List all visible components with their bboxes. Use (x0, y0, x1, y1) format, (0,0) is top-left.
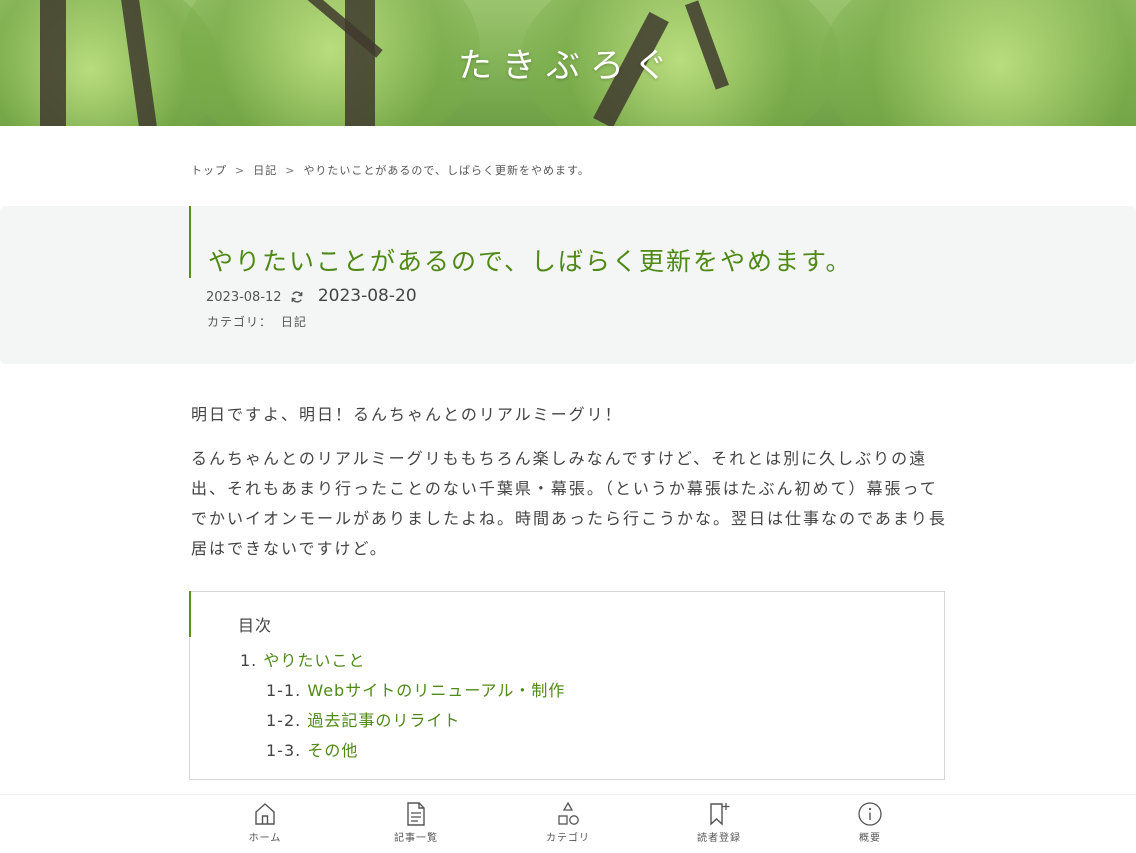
toc-item[interactable]: 1-1. Webサイトのリニューアル・制作 (266, 677, 565, 701)
nav-articles[interactable]: 記事一覧 (366, 801, 466, 844)
article-body: 明日ですよ、明日！るんちゃんとのリアルミーグリ！ るんちゃんとのリアルミーグリも… (191, 400, 951, 578)
article-header: やりたいことがあるので、しばらく更新をやめます。 2023-08-12 2023… (0, 206, 1136, 364)
title-accent-bar (189, 206, 191, 278)
nav-category[interactable]: カテゴリ (518, 801, 618, 844)
toc-item-number: 1-3. (266, 741, 302, 760)
toc-accent-bar (189, 591, 191, 637)
paragraph: 明日ですよ、明日！るんちゃんとのリアルミーグリ！ (191, 405, 623, 424)
toc-item[interactable]: 1. やりたいこと (240, 647, 365, 671)
category-link[interactable]: 日記 (281, 315, 307, 329)
toc-title: 目次 (238, 616, 273, 635)
breadcrumb-separator: > (285, 164, 296, 177)
toc-item-link[interactable]: Webサイトのリニューアル・制作 (307, 681, 565, 700)
shapes-icon (558, 801, 579, 825)
article-category: カテゴリ： 日記 (207, 313, 307, 330)
paragraph: るんちゃんとのリアルミーグリももちろん楽しみなんですけど、それとは別に久しぶりの… (191, 449, 947, 558)
toc-item[interactable]: 1-2. 過去記事のリライト (266, 707, 460, 731)
nav-articles-label: 記事一覧 (394, 833, 438, 844)
toc-item-number: 1-2. (266, 711, 302, 730)
toc-item-link[interactable]: その他 (307, 741, 358, 760)
document-icon (407, 802, 425, 826)
nav-subscribe[interactable]: 読者登録 (669, 801, 769, 844)
article-meta: 2023-08-12 2023-08-20 (206, 286, 417, 308)
refresh-icon (290, 290, 304, 308)
toc-item-number: 1. (240, 651, 258, 670)
nav-subscribe-label: 読者登録 (697, 833, 741, 844)
header-banner: たきぶろぐ (0, 0, 1136, 126)
breadcrumb: トップ > 日記 > やりたいことがあるので、しばらく更新をやめます。 (191, 162, 596, 178)
nav-home[interactable]: ホーム (215, 801, 315, 844)
table-of-contents: 目次 1. やりたいこと 1-1. Webサイトのリニューアル・制作 1-2. … (189, 591, 945, 780)
toc-item[interactable]: 1-3. その他 (266, 737, 358, 761)
info-icon (858, 802, 882, 826)
home-icon (255, 803, 275, 825)
bookmark-add-icon (710, 803, 730, 826)
breadcrumb-separator: > (235, 164, 246, 177)
breadcrumb-top[interactable]: トップ (191, 164, 227, 177)
category-label: カテゴリ： (207, 315, 273, 329)
breadcrumb-current: やりたいことがあるので、しばらく更新をやめます。 (303, 164, 590, 177)
nav-home-label: ホーム (248, 833, 282, 844)
article-title: やりたいことがあるので、しばらく更新をやめます。 (208, 247, 853, 276)
published-date: 2023-08-12 (206, 290, 282, 305)
nav-category-label: カテゴリ (546, 833, 590, 844)
toc-item-link[interactable]: 過去記事のリライト (307, 711, 460, 730)
breadcrumb-category[interactable]: 日記 (253, 164, 277, 177)
updated-date: 2023-08-20 (317, 286, 417, 306)
bottom-nav: ホーム 記事一覧 カテゴリ 読者登録 概要 (0, 794, 1136, 853)
nav-about-label: 概要 (859, 833, 881, 844)
toc-item-link[interactable]: やりたいこと (263, 651, 365, 670)
nav-about[interactable]: 概要 (820, 801, 920, 844)
toc-item-number: 1-1. (266, 681, 302, 700)
site-title[interactable]: たきぶろぐ (0, 38, 1136, 87)
